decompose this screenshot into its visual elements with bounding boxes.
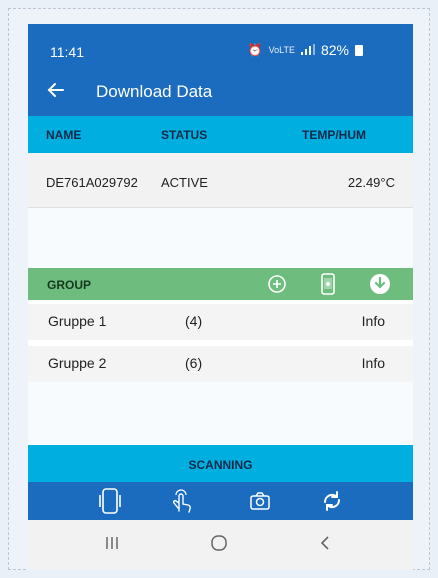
home-icon[interactable] bbox=[210, 534, 228, 557]
battery-icon bbox=[355, 44, 363, 56]
battery-text: 82% bbox=[320, 42, 349, 58]
column-temp-hum: TEMP/HUM bbox=[302, 128, 366, 142]
add-circle-icon[interactable] bbox=[265, 272, 289, 296]
back-arrow-icon[interactable] bbox=[46, 80, 66, 106]
scanning-label: SCANNING bbox=[188, 458, 253, 472]
camera-icon[interactable] bbox=[246, 487, 274, 515]
scanning-button[interactable]: SCANNING bbox=[28, 445, 413, 482]
group-name: Gruppe 1 bbox=[48, 313, 107, 329]
group-info-link[interactable]: Info bbox=[362, 313, 385, 329]
group-count: (4) bbox=[185, 313, 203, 329]
device-temp: 22.49°C bbox=[347, 175, 395, 190]
status-bar: 11:41 ⏰ VoLTE 82% bbox=[28, 24, 413, 68]
group-list-empty-area bbox=[28, 382, 413, 444]
bottom-toolbar bbox=[28, 482, 413, 520]
signal-label: VoLTE bbox=[268, 45, 295, 55]
system-nav-bar bbox=[28, 520, 413, 570]
status-time: 11:41 bbox=[50, 44, 84, 60]
signal-icon bbox=[300, 42, 315, 58]
phone-scan-icon[interactable] bbox=[96, 487, 124, 515]
sync-icon[interactable] bbox=[318, 487, 346, 515]
group-header: GROUP bbox=[28, 268, 413, 300]
group-row[interactable]: Gruppe 1 (4) Info bbox=[28, 304, 413, 340]
device-table-header: NAME STATUS TEMP/HUM bbox=[28, 116, 413, 153]
page-title: Download Data bbox=[96, 82, 213, 101]
phone-device-icon[interactable] bbox=[316, 272, 340, 296]
back-nav-icon[interactable] bbox=[318, 534, 332, 557]
group-header-label: GROUP bbox=[47, 278, 92, 292]
phone-screen: 11:41 ⏰ VoLTE 82% Download Data NAME STA… bbox=[28, 24, 413, 570]
column-name: NAME bbox=[46, 128, 82, 142]
group-count: (6) bbox=[185, 355, 203, 371]
device-row[interactable]: DE761A029792 ACTIVE 22.49°C bbox=[28, 153, 413, 208]
device-list-empty-area bbox=[28, 208, 413, 272]
download-icon[interactable] bbox=[368, 272, 392, 296]
device-name: DE761A029792 bbox=[46, 175, 138, 190]
group-info-link[interactable]: Info bbox=[362, 355, 385, 371]
app-bar: Download Data bbox=[28, 68, 413, 116]
recents-icon[interactable] bbox=[104, 534, 120, 557]
alarm-icon: ⏰ bbox=[247, 43, 263, 57]
touch-icon[interactable] bbox=[168, 487, 196, 515]
status-indicators: ⏰ VoLTE 82% bbox=[248, 42, 363, 58]
group-name: Gruppe 2 bbox=[48, 355, 107, 371]
device-status: ACTIVE bbox=[161, 175, 208, 190]
group-row[interactable]: Gruppe 2 (6) Info bbox=[28, 346, 413, 382]
column-status: STATUS bbox=[161, 128, 208, 142]
